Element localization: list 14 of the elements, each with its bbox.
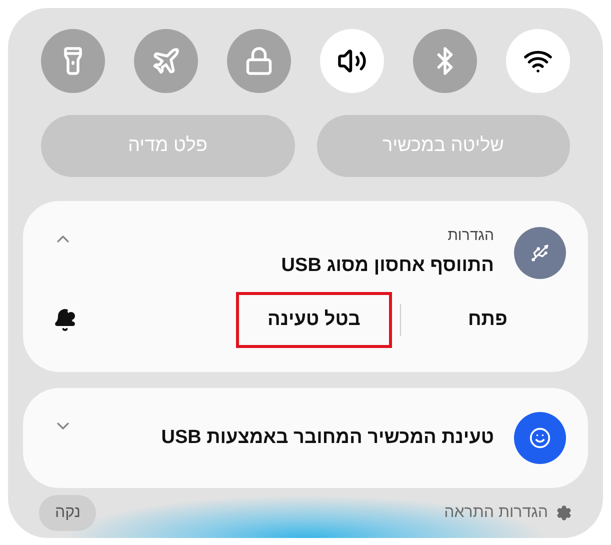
lock-icon (244, 46, 274, 76)
notification-title: טעינת המכשיר המחובר באמצעות USB (160, 426, 494, 450)
app-name: הגדרות (446, 226, 494, 246)
airplane-icon (151, 46, 181, 76)
notification-settings-link[interactable]: הגדרות התראה (444, 501, 572, 525)
clear-button[interactable]: נקה (39, 495, 96, 531)
notification-card[interactable]: טעינת המכשיר המחובר באמצעות USB (23, 388, 588, 488)
action-button[interactable]: פתח (409, 292, 566, 348)
settings-icon (556, 505, 572, 521)
usb-badge-icon (514, 226, 566, 278)
smiley-badge-icon (514, 412, 566, 464)
action-button[interactable]: בטל טעינה (236, 292, 392, 348)
notification-card[interactable]: הגדרות התווסף אחסון מסוג USB פתח בטל טעינה (23, 201, 588, 372)
notification-title: התווסף אחסון מסוג USB (280, 254, 494, 278)
